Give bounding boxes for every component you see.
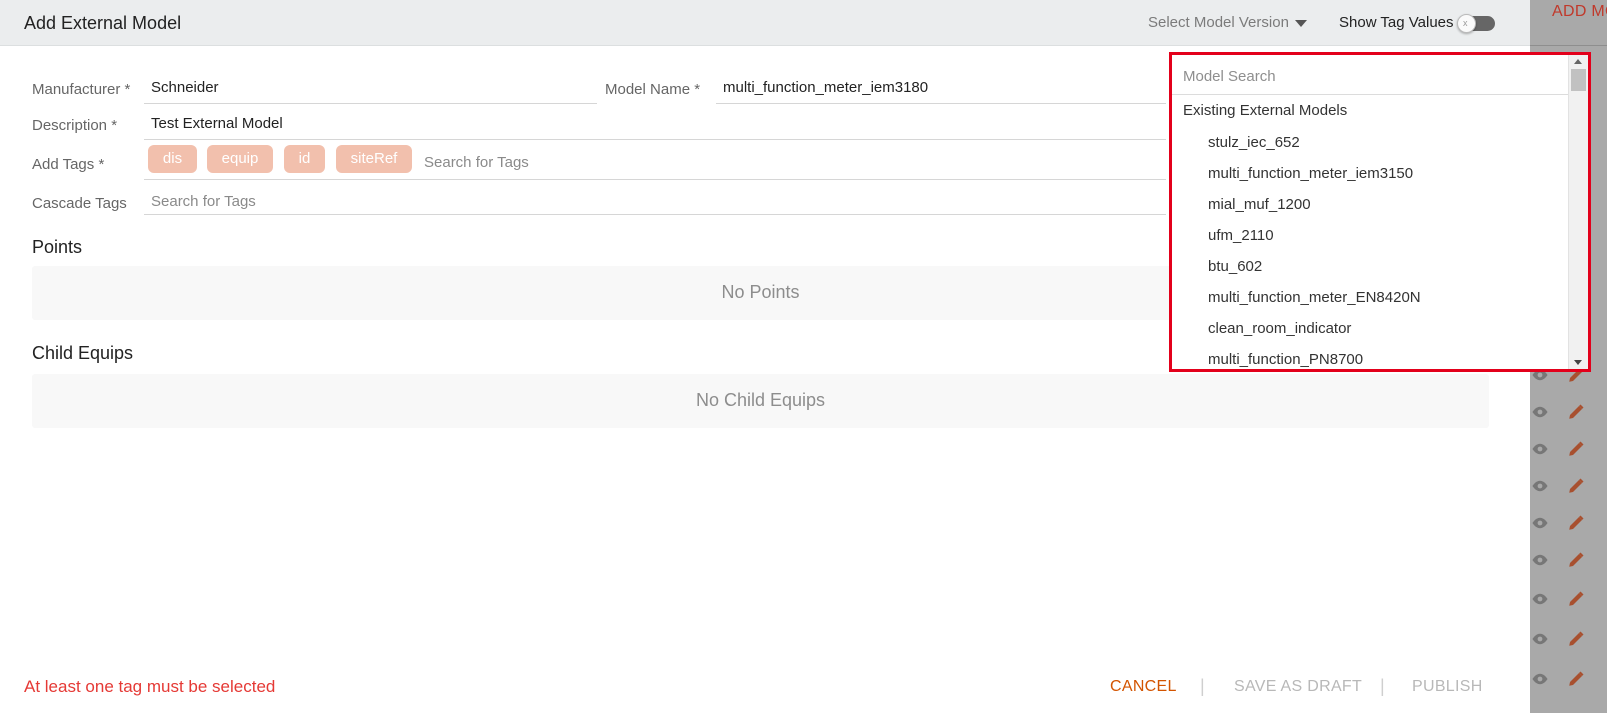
manufacturer-value: Schneider	[151, 79, 219, 96]
publish-button[interactable]: PUBLISH	[1412, 678, 1483, 696]
model-option[interactable]: multi_function_meter_iem3150	[1172, 158, 1568, 189]
view-eye-icon	[1532, 480, 1548, 492]
description-label: Description *	[32, 117, 118, 134]
model-search-dropdown: Existing External Models stulz_iec_652 m…	[1169, 52, 1591, 372]
tag-chip-siteref[interactable]: siteRef	[336, 145, 412, 173]
model-option[interactable]: stulz_iec_652	[1172, 127, 1568, 158]
scroll-down-arrow-icon[interactable]	[1574, 360, 1582, 365]
model-option[interactable]: btu_602	[1172, 251, 1568, 282]
no-child-equips-text: No Child Equips	[695, 390, 826, 410]
model-option[interactable]: ufm_2110	[1172, 220, 1568, 251]
dropdown-scrollbar[interactable]	[1568, 55, 1588, 369]
description-value: Test External Model	[151, 115, 283, 132]
edit-pencil-icon	[1569, 515, 1584, 530]
select-model-version-label: Select Model Version	[1148, 14, 1289, 31]
view-eye-icon	[1532, 673, 1548, 685]
tag-chip-id[interactable]: id	[284, 145, 325, 173]
child-equips-panel: No Child Equips	[32, 374, 1489, 428]
model-name-label: Model Name *	[605, 81, 701, 98]
footer-separator: |	[1200, 676, 1205, 696]
model-option[interactable]: multi_function_meter_EN8420N	[1172, 282, 1568, 313]
model-name-field[interactable]: multi_function_meter_iem3180	[716, 74, 1166, 104]
model-search-field	[1172, 55, 1568, 95]
cascade-tag-search-input[interactable]	[151, 193, 451, 210]
edit-pencil-icon	[1569, 404, 1584, 419]
edit-pencil-icon	[1569, 631, 1584, 646]
add-tags-label: Add Tags *	[32, 156, 105, 173]
tag-chip-equip[interactable]: equip	[207, 145, 273, 173]
edit-pencil-icon	[1569, 478, 1584, 493]
show-tag-values-toggle[interactable]: x	[1457, 14, 1495, 33]
modal-header: Add External Model Select Model Version …	[0, 0, 1530, 46]
view-eye-icon	[1532, 443, 1548, 455]
manufacturer-label: Manufacturer *	[32, 81, 131, 98]
description-field[interactable]: Test External Model	[144, 110, 1166, 140]
cancel-button[interactable]: CANCEL	[1110, 678, 1177, 696]
child-equips-title: Child Equips	[32, 343, 134, 363]
model-list: stulz_iec_652 multi_function_meter_iem31…	[1172, 127, 1568, 369]
points-title: Points	[32, 237, 83, 257]
show-tag-values-label: Show Tag Values	[1339, 14, 1454, 31]
model-search-input[interactable]	[1183, 68, 1543, 85]
toggle-knob: x	[1457, 14, 1476, 33]
view-eye-icon	[1532, 406, 1548, 418]
footer-separator: |	[1380, 676, 1385, 696]
manufacturer-field[interactable]: Schneider	[144, 74, 597, 104]
view-eye-icon	[1532, 517, 1548, 529]
edit-pencil-icon	[1569, 441, 1584, 456]
tag-chip-dis[interactable]: dis	[148, 145, 197, 173]
edit-pencil-icon	[1569, 552, 1584, 567]
add-model-button-background: ADD MODEL	[1552, 3, 1607, 20]
existing-external-models-header: Existing External Models	[1183, 102, 1348, 119]
edit-pencil-icon	[1569, 671, 1584, 686]
model-option[interactable]: mial_muf_1200	[1172, 189, 1568, 220]
save-as-draft-button[interactable]: SAVE AS DRAFT	[1234, 678, 1362, 696]
edit-pencil-icon	[1569, 591, 1584, 606]
background-divider	[1530, 45, 1607, 46]
model-option[interactable]: clean_room_indicator	[1172, 313, 1568, 344]
toggle-off-icon: x	[1463, 18, 1468, 28]
caret-down-icon	[1294, 19, 1307, 27]
view-eye-icon	[1532, 593, 1548, 605]
view-eye-icon	[1532, 554, 1548, 566]
model-option[interactable]: multi_function_PN8700	[1172, 344, 1568, 369]
cascade-tags-label: Cascade Tags	[32, 195, 127, 212]
model-name-value: multi_function_meter_iem3180	[723, 79, 929, 96]
select-model-version-dropdown[interactable]: Select Model Version	[1148, 14, 1307, 31]
view-eye-icon	[1532, 633, 1548, 645]
modal-title: Add External Model	[24, 13, 182, 33]
tag-validation-error: At least one tag must be selected	[24, 677, 276, 696]
scroll-up-arrow-icon[interactable]	[1574, 59, 1582, 64]
cascade-tags-field	[144, 186, 1166, 215]
scrollbar-thumb[interactable]	[1571, 69, 1586, 91]
tag-search-input[interactable]	[424, 154, 724, 171]
